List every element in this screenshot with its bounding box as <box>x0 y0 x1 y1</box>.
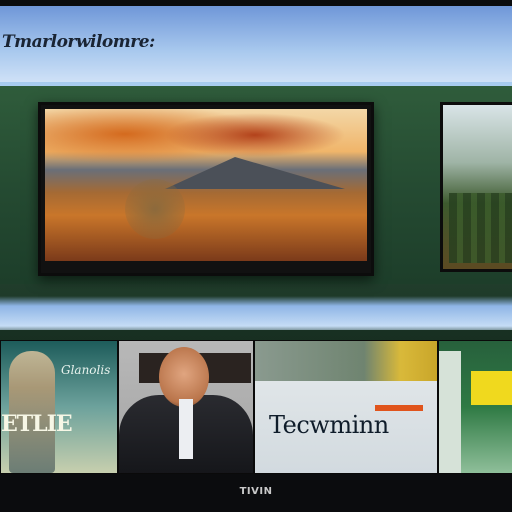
featured-landscape-image <box>45 109 367 261</box>
tile-3-label: Tecwminn <box>269 411 389 439</box>
tile-1-title: Glanolis <box>61 363 111 377</box>
tile-1-heading: ETLIE <box>1 411 73 437</box>
featured-side-card[interactable] <box>440 102 512 272</box>
mountain-graphic <box>165 157 345 189</box>
featured-main-card[interactable] <box>38 102 374 276</box>
yellow-badge <box>471 371 512 405</box>
app-title: Tmarlorwilomre: <box>2 32 155 52</box>
tree-graphic <box>125 179 185 239</box>
people-image-strip <box>255 341 437 381</box>
forest-graphic <box>449 193 512 263</box>
row-tile-1[interactable]: Glanolis ETLIE <box>0 340 118 474</box>
tv-brand-label: TIVIN <box>239 486 273 497</box>
side-strip <box>439 351 461 473</box>
shirt-image <box>179 399 193 459</box>
row-tile-3[interactable]: Tecwminn <box>254 340 438 474</box>
app-header: Tmarlorwilomre: <box>0 6 512 82</box>
row-tile-2[interactable] <box>118 340 254 474</box>
row-tile-4[interactable] <box>438 340 512 474</box>
face-image <box>159 347 209 407</box>
